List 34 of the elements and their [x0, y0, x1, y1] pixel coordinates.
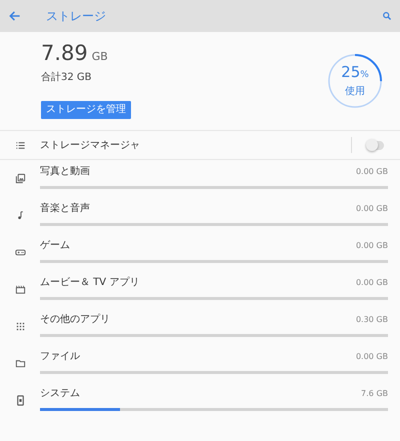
- search-icon[interactable]: [382, 11, 392, 21]
- usage-label: 使用: [345, 86, 365, 97]
- total-capacity: 合計32 GB: [41, 70, 93, 85]
- used-amount: 7.89: [41, 43, 88, 64]
- category-size: 0.30 GB: [356, 314, 388, 326]
- category-size: 7.6 GB: [361, 388, 388, 400]
- manage-storage-button[interactable]: ストレージを管理: [41, 100, 131, 119]
- category-label[interactable]: ムービー＆ TV アプリ: [40, 276, 140, 290]
- back-arrow-icon[interactable]: [8, 9, 22, 23]
- folder-icon: [14, 358, 26, 369]
- category-label[interactable]: ファイル: [40, 350, 80, 364]
- photos-icon: [14, 173, 26, 184]
- setting-label: ストレージマネージャ: [40, 138, 141, 152]
- gamepad-icon: [14, 247, 26, 258]
- used-unit: GB: [92, 49, 108, 66]
- category-size: 0.00 GB: [356, 166, 388, 178]
- list-icon: [14, 140, 26, 150]
- clapperboard-icon: [14, 284, 26, 295]
- screen-title: ストレージ: [46, 8, 107, 25]
- category-label[interactable]: 音楽と音声: [40, 202, 90, 216]
- category-size: 0.00 GB: [356, 351, 388, 363]
- category-size: 0.00 GB: [356, 203, 388, 215]
- category-size: 0.00 GB: [356, 240, 388, 252]
- toggle-switch[interactable]: [368, 140, 384, 150]
- category-label[interactable]: 写真と動画: [40, 165, 90, 179]
- category-size: 0.00 GB: [356, 277, 388, 289]
- usage-ring: [326, 52, 384, 110]
- app-grid-icon: [14, 321, 26, 332]
- phone-icon: [14, 395, 26, 406]
- category-label[interactable]: ゲーム: [40, 239, 70, 253]
- percent-sign: %: [360, 69, 369, 82]
- category-label[interactable]: その他のアプリ: [40, 313, 110, 327]
- usage-percent: 25: [341, 65, 360, 80]
- category-label[interactable]: システム: [40, 387, 80, 401]
